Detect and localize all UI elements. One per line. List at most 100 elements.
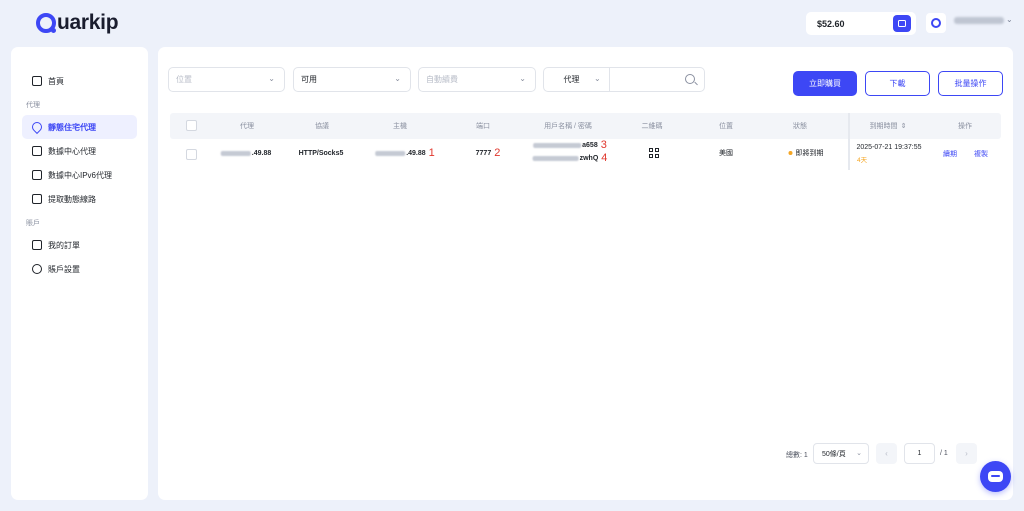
auto-renew-placeholder: 自動續費 — [426, 75, 458, 84]
proxy-search-group: 代理 ⌄ — [543, 67, 705, 92]
sidebar-item-static-residential[interactable]: 靜態住宅代理 — [22, 115, 137, 139]
protocol-cell: HTTP/Socks5 — [298, 149, 344, 157]
column-header: 端口 — [476, 123, 490, 130]
column-header: 操作 — [958, 123, 972, 130]
sidebar-item-label: 賬戶設置 — [48, 264, 80, 274]
prev-page-button[interactable]: ‹ — [876, 443, 897, 464]
monitor-icon — [32, 170, 42, 180]
location-select[interactable]: 位置 ⌄ — [168, 67, 285, 92]
sidebar-item-label: 數據中心代理 — [48, 146, 96, 156]
sidebar-item-settings[interactable]: 賬戶設置 — [22, 257, 137, 281]
proxy-cell: .49.88 — [220, 148, 272, 158]
sidebar-item-home[interactable]: 首頁 — [22, 69, 137, 93]
column-header: 用戶名稱 / 密碼 — [544, 123, 592, 130]
chevron-down-icon[interactable]: ⌄ — [1006, 15, 1013, 24]
qr-code-icon[interactable] — [649, 148, 659, 158]
chevron-down-icon: ⌄ — [519, 74, 526, 83]
sidebar-item-label: 我的訂單 — [48, 240, 80, 250]
column-header: 協議 — [315, 123, 329, 130]
port-cell: 7777 2 — [476, 146, 501, 160]
masked-host — [375, 150, 406, 156]
column-header: 二維碼 — [641, 123, 663, 130]
expiry-cell: 2025-07-21 19:37:55 — [856, 143, 922, 151]
page-count: / 1 — [940, 450, 948, 457]
sidebar-item-label: 首頁 — [48, 76, 64, 86]
status-dot-icon — [788, 151, 793, 155]
annotation-number: 4 — [601, 152, 608, 164]
sidebar: 首頁 代理 靜態住宅代理 數據中心代理 數據中心IPv6代理 提取動態線路 賬戶… — [11, 47, 148, 500]
proxy-suffix: .49.88 — [251, 149, 272, 157]
list-icon — [32, 240, 42, 250]
chat-support-button[interactable] — [980, 461, 1011, 492]
sidebar-item-dynamic-lines[interactable]: 提取動態線路 — [22, 187, 137, 211]
sidebar-item-datacenter-ipv6[interactable]: 數據中心IPv6代理 — [22, 163, 137, 187]
column-divider — [848, 113, 850, 170]
main-panel: 位置 ⌄ 可用 ⌄ 自動續費 ⌄ 代理 ⌄ 立即購買 下載 批量操作 代理 協議… — [158, 47, 1013, 500]
next-page-button[interactable]: › — [956, 443, 977, 464]
download-button[interactable]: 下載 — [865, 71, 930, 96]
days-remaining: 4天 — [857, 157, 868, 164]
sidebar-section-account: 賬戶 — [26, 220, 40, 227]
password-suffix: zwhQ — [579, 154, 599, 162]
chevron-down-icon: ⌄ — [856, 450, 862, 457]
annotation-number: 1 — [428, 147, 435, 159]
column-header-expiry[interactable]: 到期時間 ⇕ — [870, 113, 907, 139]
username-suffix: a658 — [582, 141, 598, 149]
sidebar-item-label: 數據中心IPv6代理 — [48, 170, 113, 180]
renew-link[interactable]: 續期 — [943, 149, 957, 159]
host-cell: .49.88 1 — [375, 146, 435, 160]
batch-operation-button[interactable]: 批量操作 — [938, 71, 1003, 96]
avatar[interactable] — [926, 13, 946, 33]
home-icon — [32, 76, 42, 86]
balance-amount: $52.60 — [817, 18, 845, 29]
sidebar-item-datacenter[interactable]: 數據中心代理 — [22, 139, 137, 163]
column-header: 位置 — [719, 123, 733, 130]
wallet-button[interactable] — [893, 15, 911, 32]
page-number-input[interactable]: 1 — [904, 443, 935, 464]
chevron-down-icon: ⌄ — [394, 74, 401, 83]
logo: uarkip — [36, 10, 119, 36]
status-text: 即將到期 — [795, 150, 824, 157]
chevron-down-icon: ⌄ — [268, 74, 275, 83]
server-icon — [32, 146, 42, 156]
sidebar-item-label: 靜態住宅代理 — [48, 122, 96, 132]
select-all-checkbox[interactable] — [186, 120, 197, 131]
balance-box: $52.60 — [806, 12, 916, 35]
location-placeholder: 位置 — [176, 75, 192, 84]
sidebar-section-proxy: 代理 — [26, 102, 40, 109]
copy-link[interactable]: 複製 — [974, 149, 988, 159]
password-cell: zwhQ 4 — [532, 151, 608, 165]
location-cell: 美國 — [719, 150, 733, 157]
page-size-select[interactable]: 50條/頁 ⌄ — [813, 443, 869, 464]
host-suffix: .49.88 — [406, 149, 426, 157]
inbox-icon — [32, 194, 42, 204]
masked-password — [532, 155, 579, 161]
masked-ip — [220, 150, 251, 156]
sort-icon: ⇕ — [900, 123, 907, 130]
column-header: 主機 — [393, 123, 407, 130]
username-masked[interactable] — [954, 17, 1004, 24]
sidebar-item-label: 提取動態線路 — [48, 194, 96, 204]
wallet-icon — [898, 20, 906, 27]
status-value: 可用 — [301, 75, 317, 84]
port-value: 7777 — [475, 149, 492, 157]
status-select[interactable]: 可用 ⌄ — [293, 67, 411, 92]
gear-icon — [32, 264, 42, 274]
annotation-number: 3 — [600, 139, 607, 151]
logo-q-mark — [36, 13, 56, 33]
auto-renew-select[interactable]: 自動續費 ⌄ — [418, 67, 536, 92]
buy-now-button[interactable]: 立即購買 — [793, 71, 857, 96]
column-header-label: 到期時間 — [869, 123, 898, 130]
user-logo-icon — [931, 18, 941, 28]
annotation-number: 2 — [494, 147, 501, 159]
table-header: 代理 協議 主機 端口 用戶名稱 / 密碼 二維碼 位置 狀態 到期時間 ⇕ 操… — [170, 113, 1001, 139]
search-icon[interactable] — [685, 74, 695, 84]
sidebar-item-orders[interactable]: 我的訂單 — [22, 233, 137, 257]
chevron-down-icon: ⌄ — [594, 74, 601, 83]
chat-icon — [988, 471, 1003, 482]
logo-text: uarkip — [57, 11, 119, 34]
username-cell: a658 3 — [533, 138, 607, 152]
row-checkbox[interactable] — [186, 149, 197, 160]
location-pin-icon — [29, 119, 45, 135]
pagination-total: 總數: 1 — [786, 452, 808, 459]
